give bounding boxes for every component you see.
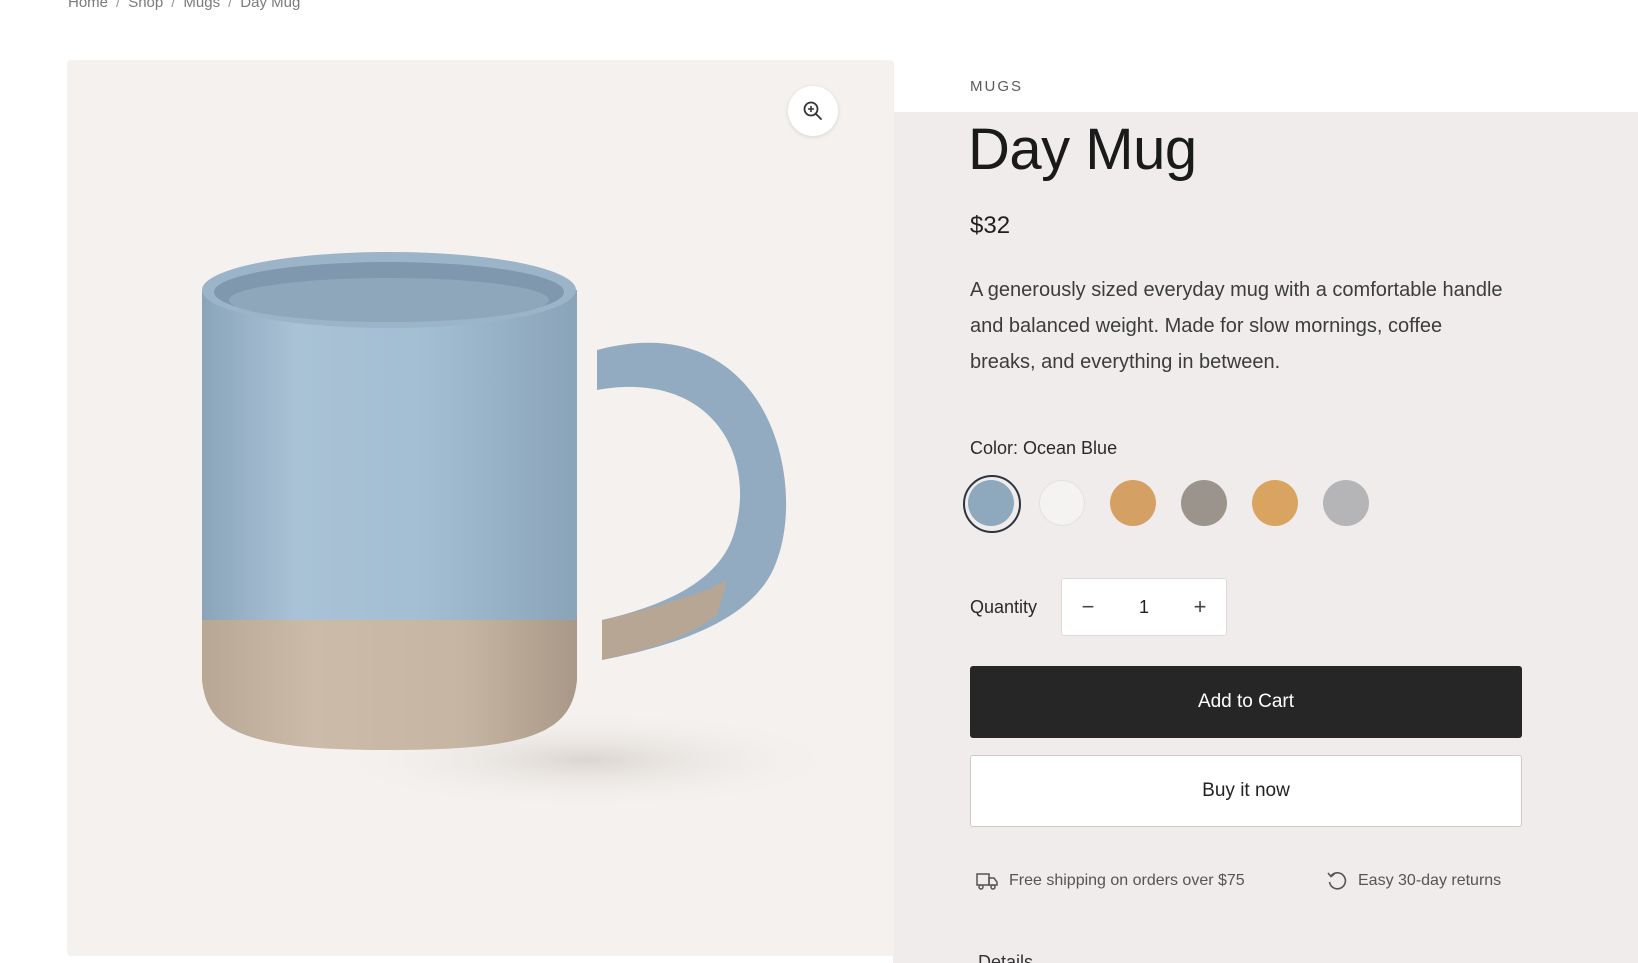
swatch-white[interactable]	[1039, 480, 1085, 526]
quantity-label: Quantity	[970, 597, 1038, 617]
product-price: $32	[970, 212, 1011, 239]
product-page: Home / Shop / Mugs / Day Mug MUGS Day Mu…	[0, 0, 1638, 963]
buy-now-button[interactable]: Buy it now	[970, 755, 1522, 827]
swatch-grey[interactable]	[1323, 480, 1369, 526]
breadcrumb-home[interactable]: Home	[68, 0, 108, 11]
swatch-amber[interactable]	[1252, 480, 1298, 526]
breadcrumb-separator: /	[228, 0, 233, 11]
details-accordion-peek[interactable]: Details	[978, 950, 1518, 963]
returns-perk: Easy 30-day returns	[1326, 870, 1501, 892]
breadcrumb-separator: /	[171, 0, 176, 11]
shipping-perk: Free shipping on orders over $75	[975, 870, 1245, 892]
zoom-button[interactable]	[788, 86, 838, 136]
product-image-panel[interactable]	[67, 60, 894, 956]
breadcrumb-current: Day Mug	[240, 0, 301, 11]
product-description: A generously sized everyday mug with a c…	[970, 279, 1503, 373]
returns-text: Easy 30-day returns	[1358, 872, 1502, 889]
shipping-text: Free shipping on orders over $75	[1009, 872, 1245, 889]
quantity-increment-button[interactable]: +	[1174, 579, 1226, 635]
truck-icon	[976, 873, 998, 890]
breadcrumb-separator: /	[116, 0, 121, 11]
swatch-ochre[interactable]	[1110, 480, 1156, 526]
quantity-decrement-button[interactable]: −	[1062, 579, 1114, 635]
add-to-cart-button[interactable]: Add to Cart	[970, 666, 1522, 738]
swatch-stone[interactable]	[1181, 480, 1227, 526]
swatch-ocean-blue[interactable]	[963, 475, 1021, 533]
product-category: MUGS	[970, 78, 1023, 95]
breadcrumb: Home / Shop / Mugs / Day Mug	[68, 0, 300, 11]
product-title: Day Mug	[968, 117, 1197, 182]
color-swatches	[963, 475, 1369, 533]
breadcrumb-mugs[interactable]: Mugs	[183, 0, 220, 11]
quantity-value[interactable]: 1	[1124, 597, 1164, 618]
breadcrumb-shop[interactable]: Shop	[128, 0, 163, 11]
color-label: Color: Ocean Blue	[970, 438, 1118, 458]
zoom-in-icon	[803, 101, 822, 120]
product-image	[202, 252, 847, 810]
refresh-icon	[1327, 872, 1347, 890]
quantity-stepper: − 1 +	[1061, 578, 1227, 636]
